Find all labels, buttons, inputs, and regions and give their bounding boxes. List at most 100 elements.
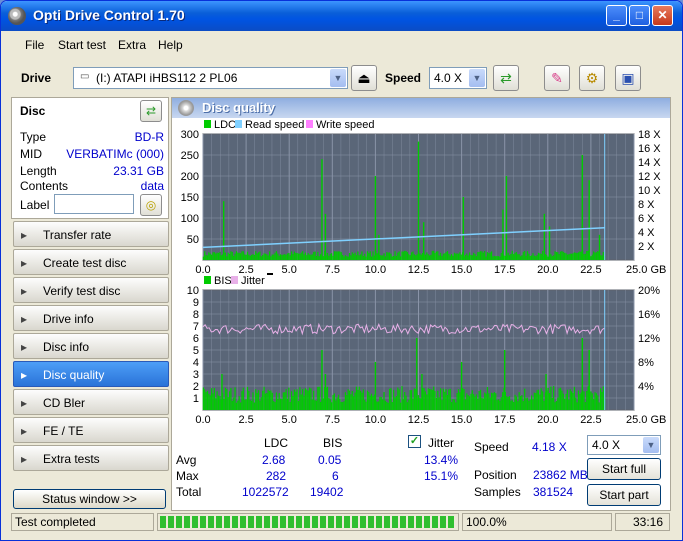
x-tick-label: 0.0 <box>195 264 210 276</box>
y-tick-label: 100 <box>181 213 199 225</box>
start-full-button[interactable]: Start full <box>587 458 661 480</box>
y-tick-label: 2 <box>193 381 199 393</box>
nav-item-icon: ▸ <box>21 340 28 354</box>
x-tick-label: 12.5 <box>408 414 429 426</box>
nav-verify-test-disc[interactable]: ▸ Verify test disc <box>13 277 169 303</box>
nav-cd-bler[interactable]: ▸ CD Bler <box>13 389 169 415</box>
drive-select[interactable]: ▭ (I:) ATAPI iHBS112 2 PL06 ▼ <box>73 67 348 89</box>
legend-marker <box>267 273 273 275</box>
nav-item-icon: ▸ <box>21 312 28 326</box>
speed-label: Speed <box>385 71 422 85</box>
nav-transfer-rate[interactable]: ▸ Transfer rate <box>13 221 169 247</box>
progress-fill <box>160 516 456 528</box>
legend-write-speed-label: Write speed <box>316 119 375 131</box>
x-tick-label: 15.0 <box>451 414 472 426</box>
nav-item-label: Verify test disc <box>43 284 121 298</box>
position-value: 23862 MB <box>533 468 588 482</box>
nav-extra-tests[interactable]: ▸ Extra tests <box>13 445 169 471</box>
disc-label-input[interactable] <box>54 194 134 214</box>
disc-quality-icon <box>178 100 194 116</box>
nav-item-label: CD Bler <box>43 396 86 410</box>
nav-item-label: Drive info <box>43 312 94 326</box>
menu-file[interactable]: File <box>25 38 44 52</box>
stats-total-label: Total <box>176 485 202 499</box>
y2-tick-label: 6 X <box>638 213 655 225</box>
stats-max-ldc: 282 <box>266 469 287 483</box>
settings-button[interactable]: ⚙ <box>579 65 605 91</box>
x-tick-label: 7.5 <box>325 414 340 426</box>
erase-button[interactable]: ✎ <box>544 65 570 91</box>
legend-write-speed-swatch <box>306 120 313 128</box>
nav-create-test-disc[interactable]: ▸ Create test disc <box>13 249 169 275</box>
close-button[interactable]: ✕ <box>652 5 673 26</box>
nav-item-label: Disc quality <box>43 368 105 382</box>
menu-start-test[interactable]: Start test <box>58 38 106 52</box>
charts-area: 3002502001501005018 X16 X14 X12 X10 X8 X… <box>181 119 667 426</box>
stats-jitter-header: Jitter <box>428 436 455 450</box>
nav-fe-te[interactable]: ▸ FE / TE <box>13 417 169 443</box>
save-button[interactable]: ▣ <box>615 65 641 91</box>
eject-icon: ⏏ <box>357 70 371 86</box>
nav-item-label: FE / TE <box>43 424 84 438</box>
nav-item-label: Disc info <box>43 340 90 354</box>
test-speed-select[interactable]: 4.0 X ▼ <box>587 435 661 455</box>
nav-item-icon: ▸ <box>21 396 28 410</box>
y-tick-label: 7 <box>193 321 199 333</box>
chevron-down-icon: ▼ <box>643 437 659 453</box>
legend-ldc-label: LDC <box>214 119 236 131</box>
refresh-speed-button[interactable]: ⇄ <box>493 65 519 91</box>
disc-type-value: BD-R <box>134 130 164 144</box>
y-tick-label: 4 <box>193 357 199 369</box>
menu-help[interactable]: Help <box>158 38 183 52</box>
menu-extra[interactable]: Extra <box>118 38 146 52</box>
window-title: Opti Drive Control 1.70 <box>33 7 185 23</box>
minimize-button[interactable]: _ <box>606 5 627 26</box>
eject-button[interactable]: ⏏ <box>351 65 377 91</box>
legend-jitter-swatch <box>231 276 238 284</box>
disc-mid-value: VERBATIMc (000) <box>66 147 164 161</box>
y-tick-label: 3 <box>193 369 199 381</box>
y2-tick-label: 12 X <box>638 171 661 183</box>
refresh-icon: ⇄ <box>145 104 157 118</box>
jitter-checkbox[interactable]: ✓ <box>408 435 421 448</box>
nav-item-icon: ▸ <box>21 368 28 382</box>
disc-label-key: Label <box>20 198 50 212</box>
disc-label-button[interactable]: ◎ <box>140 194 162 216</box>
disc-info-panel: Disc ⇄ Type BD-R MID VERBATIMc (000) Lengt… <box>11 97 169 219</box>
y-tick-label: 8 <box>193 309 199 321</box>
progress-bar <box>157 513 459 531</box>
legend-read-speed-swatch <box>235 120 242 128</box>
status-time: 33:16 <box>615 513 670 531</box>
y2-tick-label: 8% <box>638 357 654 369</box>
legend-ldc-swatch <box>204 120 211 128</box>
toolbar: Drive ▭ (I:) ATAPI iHBS112 2 PL06 ▼ ⏏ Sp… <box>1 61 682 95</box>
title-bar[interactable]: Opti Drive Control 1.70 _ □ ✕ <box>1 1 682 31</box>
nav-drive-info[interactable]: ▸ Drive info <box>13 305 169 331</box>
disc-refresh-button[interactable]: ⇄ <box>140 100 162 122</box>
x-tick-label: 17.5 <box>494 264 515 276</box>
samples-label: Samples <box>474 485 521 499</box>
x-tick-label: 25.0 GB <box>626 414 666 426</box>
maximize-button[interactable]: □ <box>629 5 650 26</box>
start-part-button[interactable]: Start part <box>587 484 661 506</box>
nav-item-label: Transfer rate <box>43 228 112 242</box>
x-tick-label: 17.5 <box>494 414 515 426</box>
drive-select-value: (I:) ATAPI iHBS112 2 PL06 <box>96 71 238 85</box>
y2-tick-label: 2 X <box>638 241 655 253</box>
y-tick-label: 10 <box>187 285 199 297</box>
disc-header: Disc <box>20 104 46 118</box>
y-tick-label: 250 <box>181 150 199 162</box>
status-window-button[interactable]: Status window >> <box>13 489 166 509</box>
speed-select[interactable]: 4.0 X ▼ <box>429 67 487 89</box>
test-speed-value: 4.0 X <box>592 438 621 452</box>
x-tick-label: 5.0 <box>282 414 297 426</box>
x-tick-label: 10.0 <box>365 264 386 276</box>
nav-item-icon: ▸ <box>21 424 28 438</box>
disc-contents-value: data <box>140 179 164 193</box>
nav-disc-quality[interactable]: ▸ Disc quality <box>13 361 169 387</box>
y-tick-label: 200 <box>181 171 199 183</box>
nav-disc-info[interactable]: ▸ Disc info <box>13 333 169 359</box>
y2-tick-label: 20% <box>638 285 660 297</box>
disc-length-value: 23.31 GB <box>113 164 164 178</box>
nav-item-label: Extra tests <box>43 452 100 466</box>
